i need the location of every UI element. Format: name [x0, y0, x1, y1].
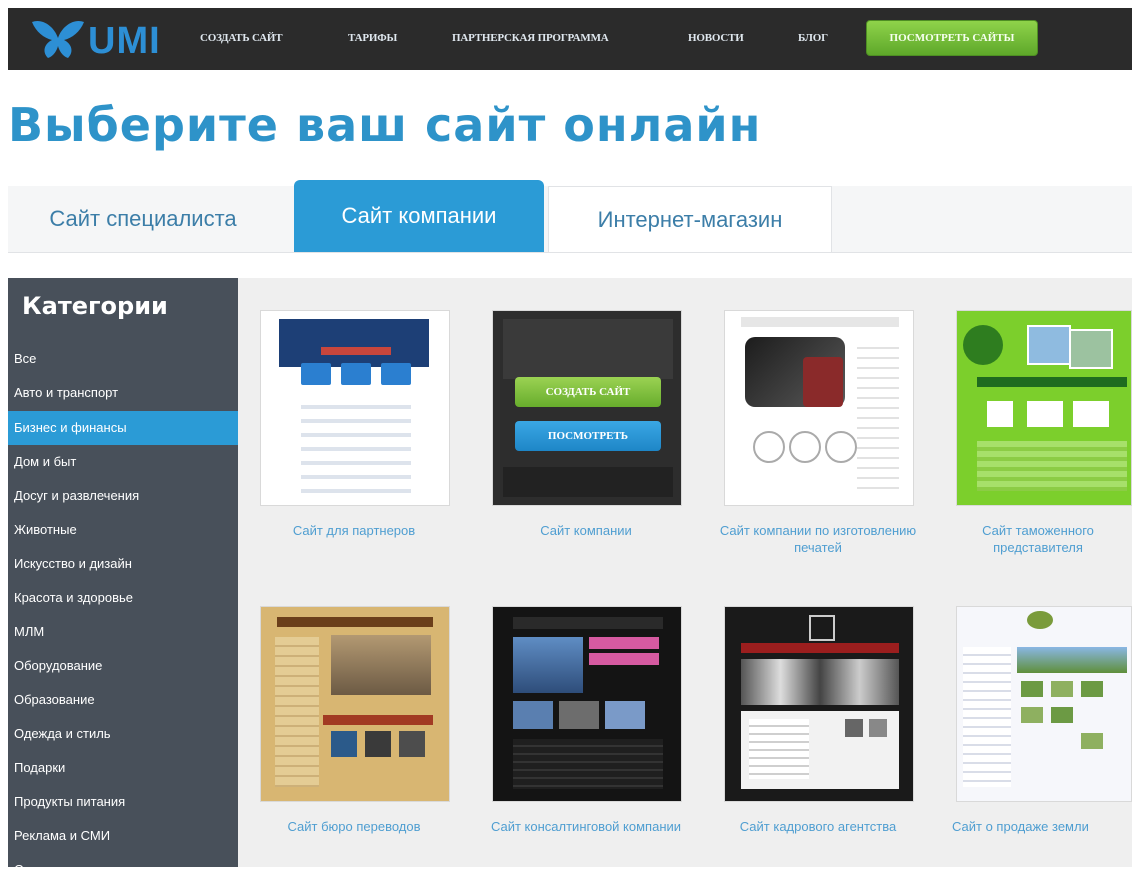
view-sites-button[interactable]: Посмотреть сайты: [866, 20, 1038, 56]
nav-tariffs[interactable]: Тарифы: [348, 32, 397, 44]
template-label[interactable]: Сайт консалтинговой компании: [476, 818, 696, 835]
template-label[interactable]: Сайт о продаже земли: [944, 818, 1132, 835]
category-education[interactable]: Образование: [8, 683, 238, 717]
category-family[interactable]: Семья и дети: [8, 853, 238, 887]
category-business[interactable]: Бизнес и финансы: [8, 411, 238, 445]
template-thumbnail[interactable]: Создать сайт Посмотреть: [492, 310, 682, 506]
template-thumbnail[interactable]: [956, 606, 1132, 802]
template-thumbnail[interactable]: [724, 310, 914, 506]
logo-text: UMI: [88, 20, 161, 62]
page-title: Выберите ваш сайт онлайн: [8, 98, 762, 152]
category-beauty[interactable]: Красота и здоровье: [8, 581, 238, 615]
template-thumbnail[interactable]: [260, 606, 450, 802]
category-all[interactable]: Все: [8, 342, 238, 376]
nav-news[interactable]: Новости: [688, 32, 744, 44]
preview-button[interactable]: Посмотреть: [515, 421, 661, 451]
template-thumbnail[interactable]: [956, 310, 1132, 506]
category-auto[interactable]: Авто и транспорт: [8, 376, 238, 410]
category-food[interactable]: Продукты питания: [8, 785, 238, 819]
template-label[interactable]: Сайт компании: [476, 522, 696, 539]
category-media[interactable]: Реклама и СМИ: [8, 819, 238, 853]
nav-partner-program[interactable]: Партнерская программа: [452, 32, 609, 44]
tab-specialist-site[interactable]: Сайт специалиста: [8, 186, 278, 252]
butterfly-icon: [32, 20, 84, 59]
sidebar-title: Категории: [22, 292, 168, 320]
template-label[interactable]: Сайт компании по изготовлению печатей: [708, 522, 928, 556]
category-gifts[interactable]: Подарки: [8, 751, 238, 785]
tab-online-store[interactable]: Интернет-магазин: [548, 186, 832, 252]
template-label[interactable]: Сайт кадрового агентства: [708, 818, 928, 835]
template-label[interactable]: Сайт бюро переводов: [244, 818, 464, 835]
category-equipment[interactable]: Оборудование: [8, 649, 238, 683]
logo[interactable]: UMI: [28, 16, 161, 62]
category-art[interactable]: Искусство и дизайн: [8, 547, 238, 581]
top-navigation-bar: UMI Создать сайт Тарифы Партнерская прог…: [8, 8, 1132, 70]
category-animals[interactable]: Животные: [8, 513, 238, 547]
nav-create-site[interactable]: Создать сайт: [200, 32, 283, 44]
category-fashion[interactable]: Одежда и стиль: [8, 717, 238, 751]
category-mlm[interactable]: МЛМ: [8, 615, 238, 649]
nav-blog[interactable]: Блог: [798, 32, 828, 44]
template-label[interactable]: Сайт таможенного представителя: [944, 522, 1132, 556]
template-thumbnail[interactable]: [724, 606, 914, 802]
tab-company-site[interactable]: Сайт компании: [294, 180, 544, 252]
create-site-button[interactable]: Создать сайт: [515, 377, 661, 407]
template-label[interactable]: Сайт для партнеров: [244, 522, 464, 539]
categories-sidebar: Категории Все Авто и транспорт Бизнес и …: [8, 278, 238, 877]
category-leisure[interactable]: Досуг и развлечения: [8, 479, 238, 513]
template-thumbnail[interactable]: [492, 606, 682, 802]
category-home[interactable]: Дом и быт: [8, 445, 238, 479]
template-thumbnail[interactable]: [260, 310, 450, 506]
